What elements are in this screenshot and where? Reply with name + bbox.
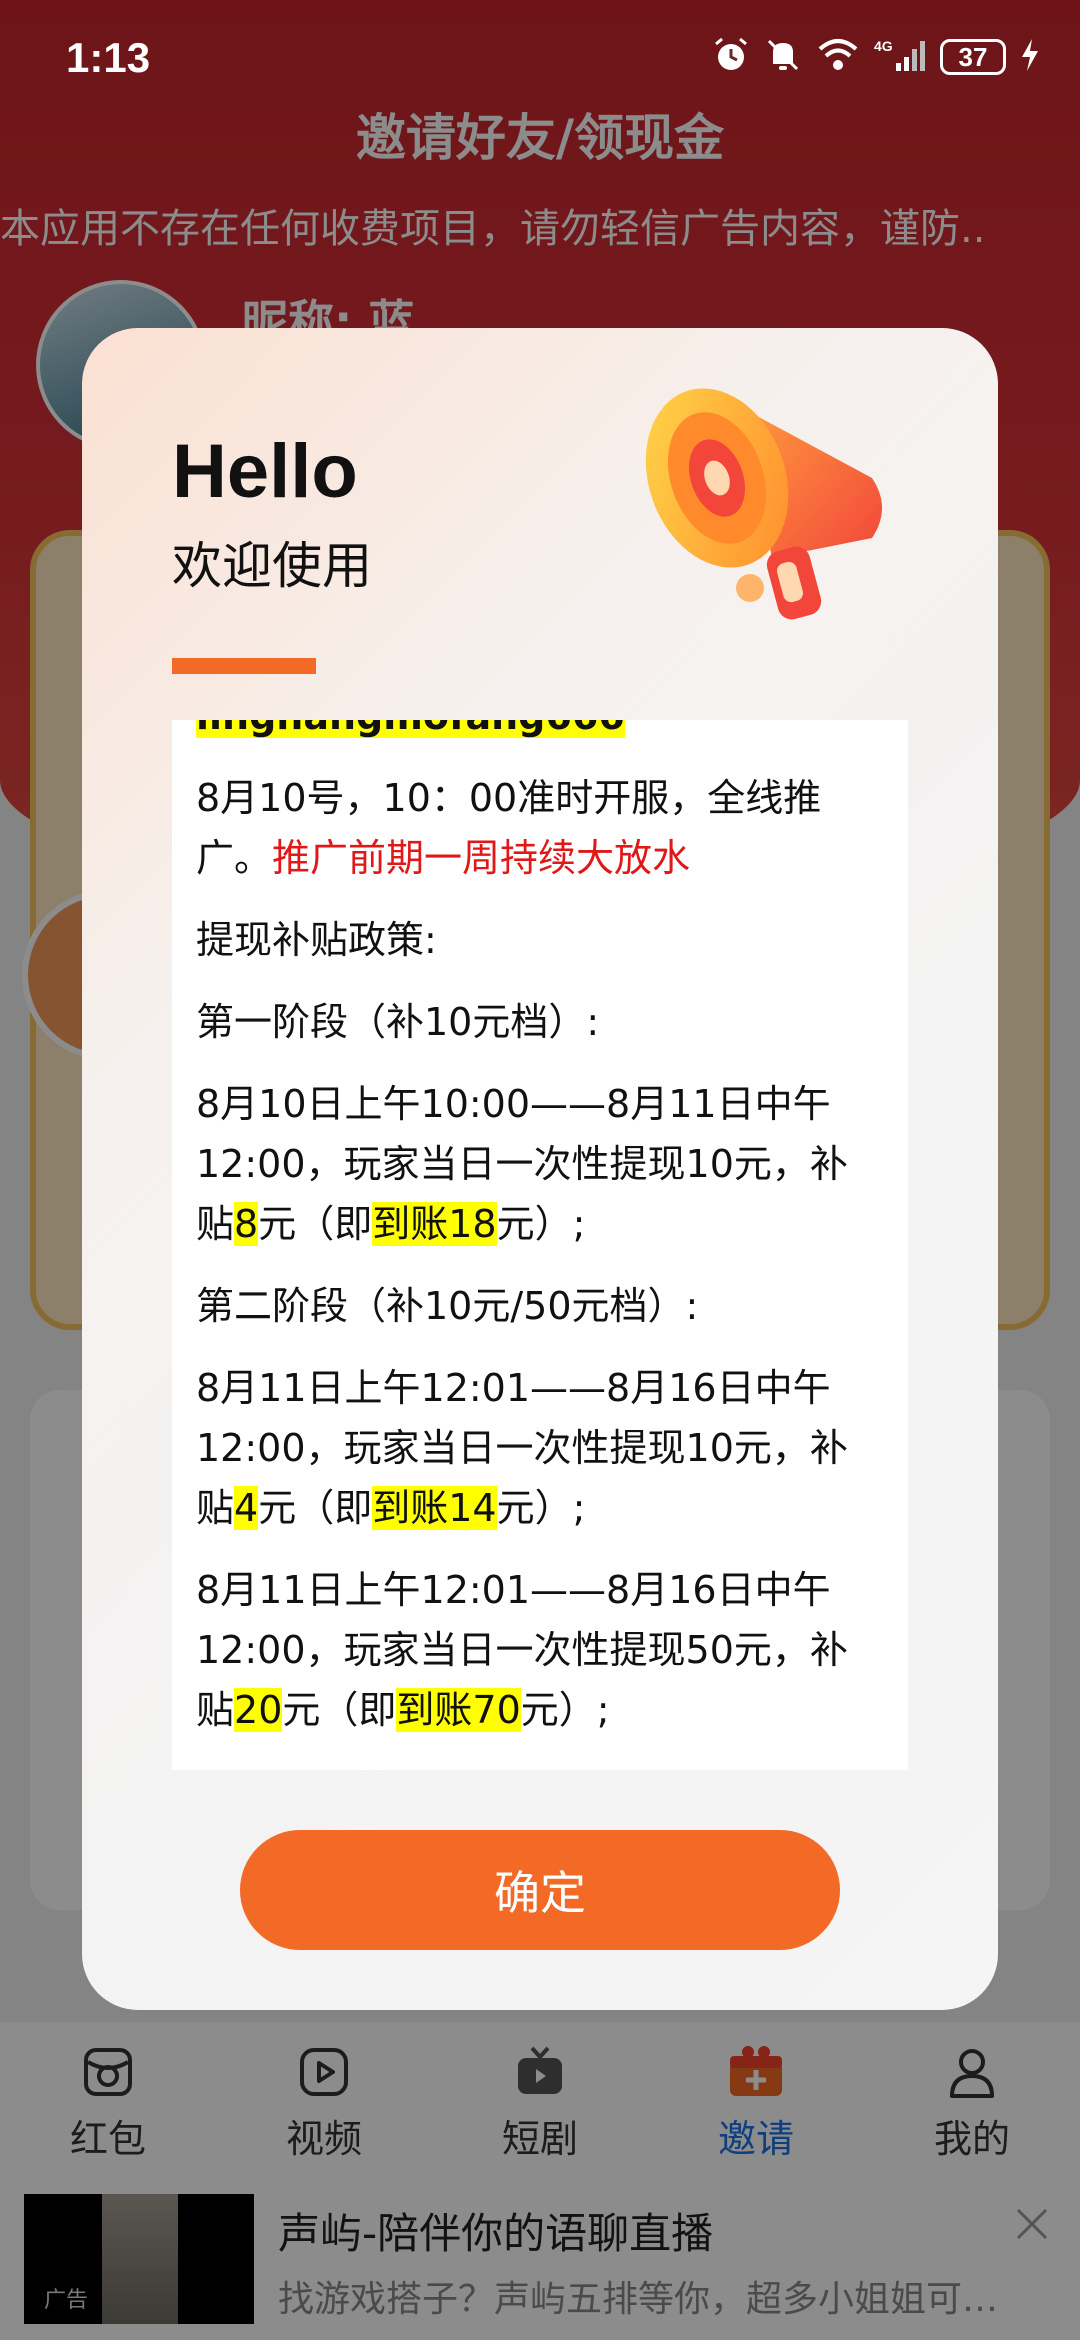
paragraph-text: 第二阶段（补10元/50元档）: <box>196 1284 699 1328</box>
highlight-text: linghangmofang666 <box>196 720 625 738</box>
content-paragraph: 8月10日上午10:00——8月11日中午12:00，玩家当日一次性提现10元，… <box>196 1074 884 1254</box>
highlight-text: 到账18 <box>372 1202 497 1246</box>
signal-4g-icon: 4G <box>874 37 926 77</box>
highlight-text: 到账14 <box>372 1486 497 1530</box>
status-icons: 4G 37 <box>712 36 1040 78</box>
content-paragraph: 8月11日上午12:01——8月16日中午12:00，玩家当日一次性提现50元，… <box>196 1560 884 1740</box>
paragraph-text: 第一阶段（补10元档）: <box>196 1000 600 1044</box>
paragraph-text: 元（即 <box>258 1202 373 1246</box>
paragraph-text: 元（即 <box>258 1486 373 1530</box>
status-bar: 1:13 4G 37 <box>0 0 1080 114</box>
paragraph-text: 元）; <box>520 1688 610 1732</box>
megaphone-icon <box>645 388 882 620</box>
content-cut-line: linghangmofang666 <box>196 720 884 746</box>
highlight-text: 到账70 <box>396 1688 521 1732</box>
welcome-dialog: Hello 欢迎使用 linghangmofang666 8月10号，10：00… <box>82 328 998 2010</box>
svg-text:4G: 4G <box>874 38 893 54</box>
highlight-text: 8 <box>234 1202 259 1246</box>
dialog-content[interactable]: linghangmofang666 8月10号，10：00准时开服，全线推广。推… <box>172 720 908 1770</box>
paragraph-text: 元（即 <box>282 1688 397 1732</box>
wifi-icon <box>816 37 860 77</box>
content-paragraph: 8月11日上午12:01——8月16日中午12:00，玩家当日一次性提现10元，… <box>196 1358 884 1538</box>
alarm-icon <box>712 36 750 78</box>
accent-bar <box>172 658 316 674</box>
mute-icon <box>764 36 802 78</box>
confirm-button[interactable]: 确定 <box>240 1830 840 1950</box>
highlight-text: 20 <box>234 1688 283 1732</box>
content-paragraph: 8月10号，10：00准时开服，全线推广。推广前期一周持续大放水 <box>196 768 884 888</box>
paragraph-text: 提现补贴政策: <box>196 918 437 962</box>
battery-indicator: 37 <box>940 39 1006 75</box>
highlight-text: 4 <box>234 1486 259 1530</box>
dialog-subtitle: 欢迎使用 <box>172 537 372 595</box>
dialog-greeting: Hello <box>172 429 358 514</box>
status-time: 1:13 <box>66 34 151 81</box>
paragraph-text: 元）; <box>496 1486 586 1530</box>
emphasis-text: 推广前期一周持续大放水 <box>272 836 691 880</box>
charging-icon <box>1020 37 1040 77</box>
content-paragraph: 提现补贴政策: <box>196 910 884 970</box>
content-paragraph: 第一阶段（补10元档）: <box>196 992 884 1052</box>
content-paragraphs: 8月10号，10：00准时开服，全线推广。推广前期一周持续大放水提现补贴政策: 第… <box>196 768 884 1740</box>
paragraph-text: 元）; <box>496 1202 586 1246</box>
content-paragraph: 第二阶段（补10元/50元档）: <box>196 1276 884 1336</box>
